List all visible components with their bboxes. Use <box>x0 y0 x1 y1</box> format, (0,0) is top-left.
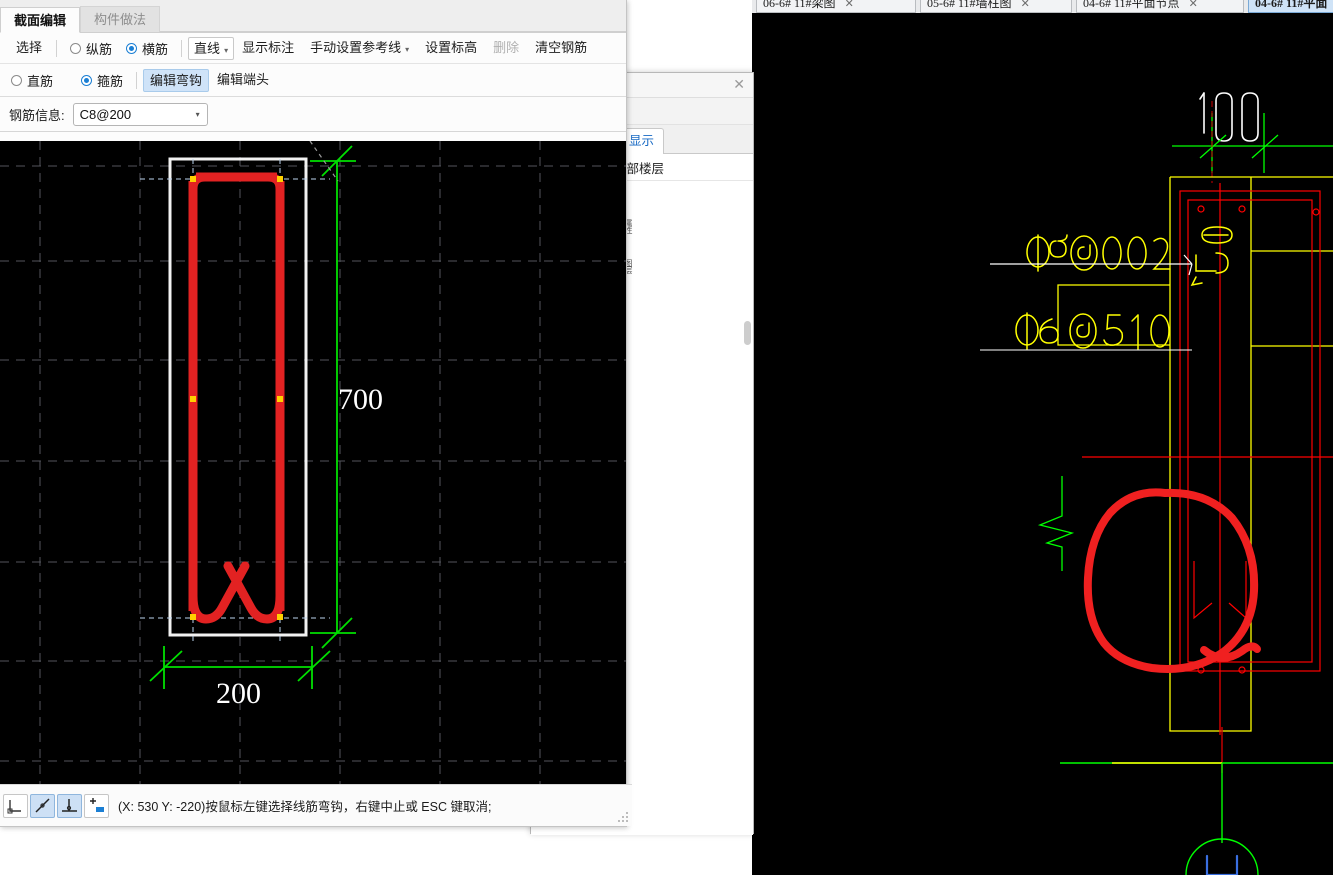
set-elevation-button[interactable]: 设置标高 <box>417 37 485 59</box>
status-message: (X: 530 Y: -220)按鼠标左键选择线筋弯钩，右键中止或 ESC 键取… <box>118 800 492 814</box>
tab-component-method[interactable]: 构件做法 <box>80 6 161 32</box>
cad-tab-3[interactable]: 04-6# 11#平面 <box>1248 0 1333 13</box>
show-annotation-button[interactable]: 显示标注 <box>234 37 302 59</box>
toolbar-separator-3 <box>136 71 138 89</box>
resize-grip[interactable] <box>618 812 629 823</box>
radio-transverse-dot[interactable] <box>126 42 138 54</box>
cad-viewer-window: 06-6# 11#梁图 ✕ 05-6# 11#墙柱图 ✕ 04-6# 11#平面… <box>752 0 1333 875</box>
radio-longitudinal-dot[interactable] <box>70 42 82 54</box>
radio-stirrup-label: 箍筋 <box>97 73 124 89</box>
edit-hook-button[interactable]: 编辑弯钩 <box>143 68 210 92</box>
status-bar: (X: 530 Y: -220)按鼠标左键选择线筋弯钩，右键中止或 ESC 键取… <box>0 784 632 826</box>
tab-section-edit[interactable]: 截面编辑 <box>0 7 81 33</box>
cad-tab-1-label: 05-6# 11#墙柱图 <box>927 0 1012 10</box>
perpendicular-icon[interactable] <box>57 793 82 818</box>
radio-transverse-label: 横筋 <box>142 41 169 57</box>
close-icon[interactable]: ✕ <box>733 76 745 92</box>
chevron-down-icon-2[interactable]: ▾ <box>405 45 409 54</box>
cad-tab-2-label: 04-6# 11#平面节点 <box>1083 0 1180 10</box>
radio-longitudinal-rebar[interactable]: 纵筋 <box>63 39 119 58</box>
manual-reference-line-label: 手动设置参考线 <box>310 40 402 55</box>
cad-tab-1-close-icon[interactable]: ✕ <box>1021 0 1030 10</box>
rebar-info-value: C8@200 <box>79 106 132 122</box>
chevron-down-icon[interactable]: ▾ <box>224 46 228 55</box>
section-editor-window: 截面编辑 构件做法 选择 纵筋 横筋 直线 ▾ 显示标注 手动设置参考线 ▾ 设置标… <box>0 0 632 827</box>
toolbar-primary[interactable]: 选择 纵筋 横筋 直线 ▾ 显示标注 手动设置参考线 ▾ 设置标高 删除 清空钢筋 <box>0 33 626 64</box>
section-drawing-canvas[interactable]: 700 200 <box>0 141 626 785</box>
clear-rebar-button[interactable]: 清空钢筋 <box>527 37 595 59</box>
diagonal-line-icon[interactable] <box>30 793 55 818</box>
radio-stirrup-dot[interactable] <box>81 74 93 86</box>
section-drawing-svg: 700 200 <box>0 141 626 785</box>
chevron-down-icon-3[interactable]: ▾ <box>196 110 200 119</box>
background-dialog-scrollbar[interactable] <box>744 321 751 345</box>
line-mode-label: 直线 <box>194 40 221 56</box>
rebar-info-label: 钢筋信息: <box>9 107 65 123</box>
cad-tab-0-close-icon[interactable]: ✕ <box>845 0 854 10</box>
dimension-200-label: 200 <box>216 677 261 710</box>
cad-drawing-canvas[interactable] <box>752 13 1333 875</box>
main-tab-strip[interactable]: 截面编辑 构件做法 <box>0 0 626 33</box>
corner-snap-icon[interactable] <box>3 793 28 818</box>
toolbar-separator-1 <box>56 39 58 57</box>
cad-drawing-svg <box>752 13 1333 875</box>
cad-tab-0[interactable]: 06-6# 11#梁图 ✕ <box>756 0 916 13</box>
cad-tab-0-label: 06-6# 11#梁图 <box>763 0 836 10</box>
cad-tab-3-label: 04-6# 11#平面 <box>1255 0 1328 10</box>
rebar-info-dropdown[interactable]: C8@200 ▾ <box>72 102 208 126</box>
radio-stirrup[interactable]: 箍筋 <box>74 71 130 90</box>
toolbar-secondary[interactable]: 直筋 箍筋 编辑弯钩 编辑端头 <box>0 64 626 97</box>
toolbar-separator-2 <box>181 39 183 57</box>
tabstrip-filler <box>160 5 626 32</box>
cad-tab-1[interactable]: 05-6# 11#墙柱图 ✕ <box>920 0 1072 13</box>
radio-straight-rebar[interactable]: 直筋 <box>4 71 60 90</box>
radio-transverse-rebar[interactable]: 横筋 <box>119 39 175 58</box>
cad-tab-2[interactable]: 04-6# 11#平面节点 ✕ <box>1076 0 1244 13</box>
dimension-700-label: 700 <box>338 383 383 416</box>
cad-tab-strip[interactable]: 06-6# 11#梁图 ✕ 05-6# 11#墙柱图 ✕ 04-6# 11#平面… <box>752 0 1333 13</box>
radio-straight-label: 直筋 <box>27 73 54 89</box>
edit-end-button[interactable]: 编辑端头 <box>209 69 277 91</box>
radio-longitudinal-label: 纵筋 <box>86 41 113 57</box>
line-mode-dropdown[interactable]: 直线 ▾ <box>188 36 235 60</box>
manual-reference-line-button[interactable]: 手动设置参考线 ▾ <box>302 37 417 59</box>
rebar-info-row[interactable]: 钢筋信息: C8@200 ▾ <box>0 97 626 132</box>
cad-tab-2-close-icon[interactable]: ✕ <box>1189 0 1198 10</box>
delete-button[interactable]: 删除 <box>485 37 527 59</box>
select-button[interactable]: 选择 <box>8 37 50 59</box>
add-point-icon[interactable] <box>84 793 109 818</box>
radio-straight-dot[interactable] <box>11 74 22 86</box>
